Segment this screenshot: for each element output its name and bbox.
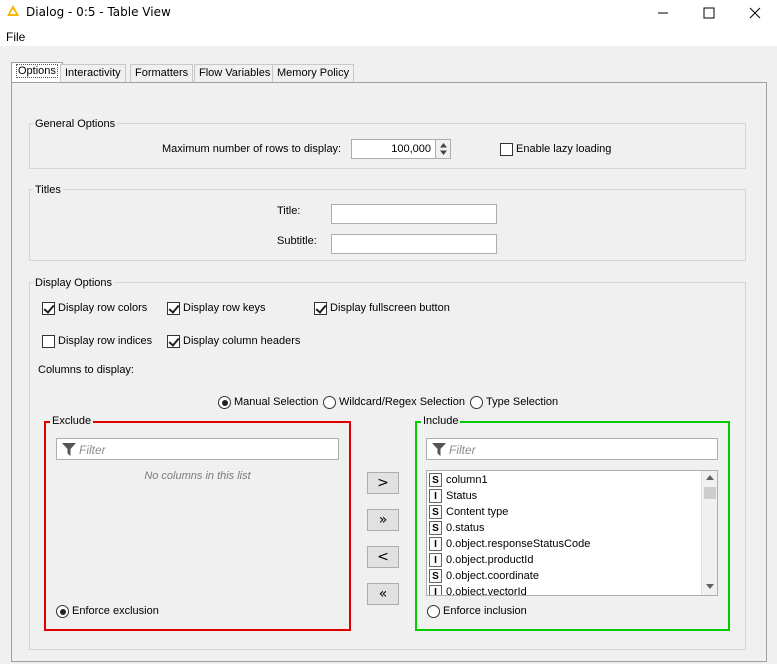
menu-file[interactable]: File xyxy=(6,30,25,44)
type-selection-label: Type Selection xyxy=(486,396,559,408)
row-indices-checkbox[interactable] xyxy=(42,335,55,348)
funnel-icon xyxy=(432,443,446,456)
exclude-legend: Exclude xyxy=(50,415,94,427)
max-rows-value: 100,000 xyxy=(391,143,431,155)
column-name: 0.object.vectorId xyxy=(446,586,527,596)
maximize-button[interactable] xyxy=(686,0,732,26)
display-options-legend: Display Options xyxy=(33,277,115,289)
row-indices-label: Display row indices xyxy=(58,335,153,347)
column-type-icon: I xyxy=(429,585,442,595)
list-item[interactable]: I 0.object.vectorId xyxy=(427,584,703,596)
column-type-icon: I xyxy=(429,489,442,503)
column-type-icon: S xyxy=(429,473,442,487)
columns-to-display-label: Columns to display: xyxy=(38,364,134,376)
row-colors-checkbox[interactable] xyxy=(42,302,55,315)
subtitle-label: Subtitle: xyxy=(277,235,317,247)
spinner-arrows[interactable] xyxy=(435,140,450,158)
minimize-button[interactable] xyxy=(640,0,686,26)
scroll-down-icon xyxy=(706,584,714,589)
title-input[interactable] xyxy=(331,204,497,224)
exclude-filter-placeholder: Filter xyxy=(79,443,106,457)
column-name: 0.object.coordinate xyxy=(446,570,539,582)
subtitle-input[interactable] xyxy=(331,234,497,254)
fullscreen-label: Display fullscreen button xyxy=(330,302,450,314)
manual-selection-label: Manual Selection xyxy=(234,396,319,408)
enforce-exclusion-radio[interactable] xyxy=(56,605,69,618)
column-type-icon: I xyxy=(429,537,442,551)
scroll-up-icon xyxy=(706,475,714,480)
include-legend: Include xyxy=(421,415,461,427)
max-rows-spinner[interactable]: 100,000 xyxy=(351,139,451,159)
wildcard-selection-radio[interactable] xyxy=(323,396,336,409)
column-name: Status xyxy=(446,490,478,502)
column-headers-checkbox[interactable] xyxy=(167,335,180,348)
funnel-icon xyxy=(62,443,76,456)
app-icon xyxy=(7,5,19,16)
type-selection-radio[interactable] xyxy=(470,396,483,409)
column-name: column1 xyxy=(446,474,488,486)
remove-button[interactable]: < xyxy=(367,546,399,568)
column-name: Content type xyxy=(446,506,509,518)
close-button[interactable] xyxy=(732,0,777,26)
manual-selection-radio[interactable] xyxy=(218,396,231,409)
titles-legend: Titles xyxy=(33,184,63,196)
enforce-exclusion-label: Enforce exclusion xyxy=(72,605,159,617)
include-rows: Scolumn1 I Status S Content type S 0.status I 0.… xyxy=(427,471,703,596)
minimize-icon xyxy=(658,12,668,14)
list-item[interactable]: I Status xyxy=(427,488,703,504)
list-item[interactable]: I 0.object.responseStatusCode xyxy=(427,536,703,552)
row-keys-label: Display row keys xyxy=(183,302,266,314)
column-type-icon: S xyxy=(429,505,442,519)
list-item[interactable]: S Content type xyxy=(427,504,703,520)
column-name: 0.object.productId xyxy=(446,554,534,566)
include-scrollbar[interactable] xyxy=(701,471,717,595)
wildcard-selection-label: Wildcard/Regex Selection xyxy=(339,396,465,408)
exclude-list[interactable]: No columns in this list xyxy=(56,461,339,596)
list-item[interactable]: Scolumn1 xyxy=(427,472,703,488)
close-icon xyxy=(749,7,761,19)
tab-flow-variables[interactable]: Flow Variables xyxy=(194,64,276,82)
row-colors-label: Display row colors xyxy=(58,302,148,314)
list-item[interactable]: S 0.status xyxy=(427,520,703,536)
include-filter-input[interactable]: Filter xyxy=(426,438,718,460)
row-keys-checkbox[interactable] xyxy=(167,302,180,315)
exclude-filter-input[interactable]: Filter xyxy=(56,438,339,460)
spinner-updown-icon xyxy=(440,143,447,155)
enforce-inclusion-label: Enforce inclusion xyxy=(443,605,527,617)
list-item[interactable]: I 0.object.productId xyxy=(427,552,703,568)
column-type-icon: I xyxy=(429,553,442,567)
tab-options[interactable]: Options xyxy=(11,62,63,83)
maximize-icon xyxy=(703,7,715,19)
column-name: 0.object.responseStatusCode xyxy=(446,538,591,550)
list-item[interactable]: S 0.object.coordinate xyxy=(427,568,703,584)
enforce-inclusion-radio[interactable] xyxy=(427,605,440,618)
column-type-icon: S xyxy=(429,569,442,583)
column-type-icon: S xyxy=(429,521,442,535)
include-list[interactable]: Scolumn1 I Status S Content type S 0.status I 0.… xyxy=(426,470,718,596)
add-all-button[interactable]: » xyxy=(367,509,399,531)
window-title: Dialog - 0:5 - Table View xyxy=(26,5,171,19)
tab-interactivity[interactable]: Interactivity xyxy=(60,64,126,82)
include-filter-placeholder: Filter xyxy=(449,443,476,457)
lazy-loading-checkbox[interactable] xyxy=(500,143,513,156)
scrollbar-thumb[interactable] xyxy=(704,487,716,499)
title-label: Title: xyxy=(277,205,301,217)
tab-formatters[interactable]: Formatters xyxy=(130,64,194,82)
max-rows-label: Maximum number of rows to display: xyxy=(162,143,342,155)
column-headers-label: Display column headers xyxy=(183,335,301,347)
tab-memory-policy[interactable]: Memory Policy xyxy=(272,64,355,82)
add-button[interactable]: > xyxy=(367,472,399,494)
general-options-legend: General Options xyxy=(33,118,118,130)
lazy-loading-label: Enable lazy loading xyxy=(516,143,612,155)
tab-options-label: Options xyxy=(16,64,58,78)
remove-all-button[interactable]: « xyxy=(367,583,399,605)
fullscreen-checkbox[interactable] xyxy=(314,302,327,315)
exclude-empty-text: No columns in this list xyxy=(144,470,251,482)
column-name: 0.status xyxy=(446,522,485,534)
